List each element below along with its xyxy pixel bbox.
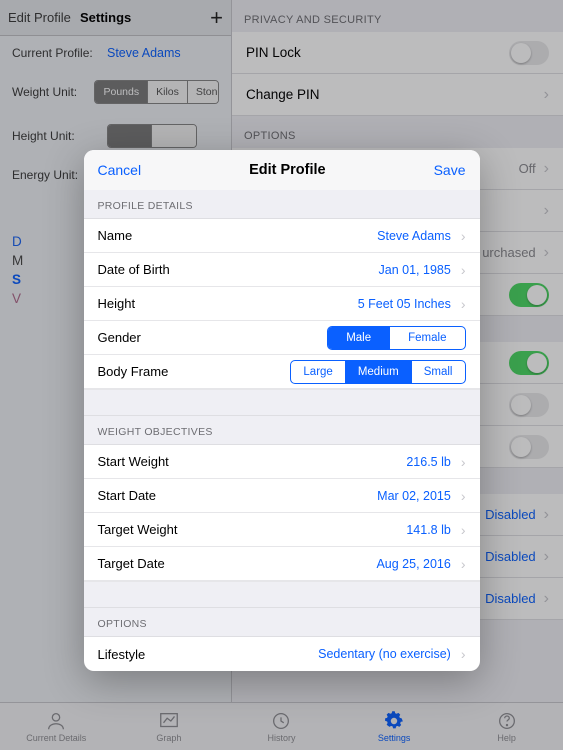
target-weight-label: Target Weight <box>98 522 178 537</box>
chevron-right-icon: › <box>461 228 466 244</box>
dob-row[interactable]: Date of Birth Jan 01, 1985 › <box>84 253 480 287</box>
weight-objectives-header: WEIGHT OBJECTIVES <box>84 415 480 445</box>
start-date-row[interactable]: Start Date Mar 02, 2015 › <box>84 479 480 513</box>
start-date-label: Start Date <box>98 488 157 503</box>
frame-segmented[interactable]: Large Medium Small <box>290 360 465 384</box>
gender-segmented[interactable]: Male Female <box>327 326 465 350</box>
dob-value: Jan 01, 1985 <box>379 263 451 277</box>
chevron-right-icon: › <box>461 646 466 662</box>
gender-label: Gender <box>98 330 141 345</box>
frame-medium[interactable]: Medium <box>346 361 412 383</box>
gender-female[interactable]: Female <box>390 327 464 349</box>
name-label: Name <box>98 228 133 243</box>
save-button[interactable]: Save <box>434 162 466 178</box>
target-weight-value: 141.8 lb <box>406 523 450 537</box>
start-weight-row[interactable]: Start Weight 216.5 lb › <box>84 445 480 479</box>
frame-small[interactable]: Small <box>412 361 465 383</box>
start-date-value: Mar 02, 2015 <box>377 489 451 503</box>
height-row[interactable]: Height 5 Feet 05 Inches › <box>84 287 480 321</box>
lifestyle-row[interactable]: Lifestyle Sedentary (no exercise) › <box>84 637 480 671</box>
height-value: 5 Feet 05 Inches <box>358 297 451 311</box>
sheet-options-header: OPTIONS <box>84 607 480 637</box>
start-weight-value: 216.5 lb <box>406 455 450 469</box>
name-row[interactable]: Name Steve Adams › <box>84 219 480 253</box>
target-weight-row[interactable]: Target Weight 141.8 lb › <box>84 513 480 547</box>
target-date-value: Aug 25, 2016 <box>376 557 450 571</box>
target-date-row[interactable]: Target Date Aug 25, 2016 › <box>84 547 480 581</box>
gender-row: Gender Male Female <box>84 321 480 355</box>
gender-male[interactable]: Male <box>328 327 390 349</box>
sheet-title: Edit Profile <box>141 162 433 178</box>
body-frame-row: Body Frame Large Medium Small <box>84 355 480 389</box>
modal-overlay: Cancel Edit Profile Save PROFILE DETAILS… <box>0 0 563 750</box>
chevron-right-icon: › <box>461 522 466 538</box>
height-label: Height <box>98 296 136 311</box>
frame-label: Body Frame <box>98 364 169 379</box>
lifestyle-label: Lifestyle <box>98 647 146 662</box>
profile-details-header: PROFILE DETAILS <box>84 190 480 219</box>
target-date-label: Target Date <box>98 556 165 571</box>
name-value: Steve Adams <box>377 229 451 243</box>
chevron-right-icon: › <box>461 556 466 572</box>
lifestyle-value: Sedentary (no exercise) <box>318 647 451 661</box>
chevron-right-icon: › <box>461 262 466 278</box>
start-weight-label: Start Weight <box>98 454 169 469</box>
cancel-button[interactable]: Cancel <box>98 162 142 178</box>
chevron-right-icon: › <box>461 488 466 504</box>
dob-label: Date of Birth <box>98 262 170 277</box>
chevron-right-icon: › <box>461 454 466 470</box>
frame-large[interactable]: Large <box>291 361 345 383</box>
edit-profile-sheet: Cancel Edit Profile Save PROFILE DETAILS… <box>84 150 480 671</box>
chevron-right-icon: › <box>461 296 466 312</box>
